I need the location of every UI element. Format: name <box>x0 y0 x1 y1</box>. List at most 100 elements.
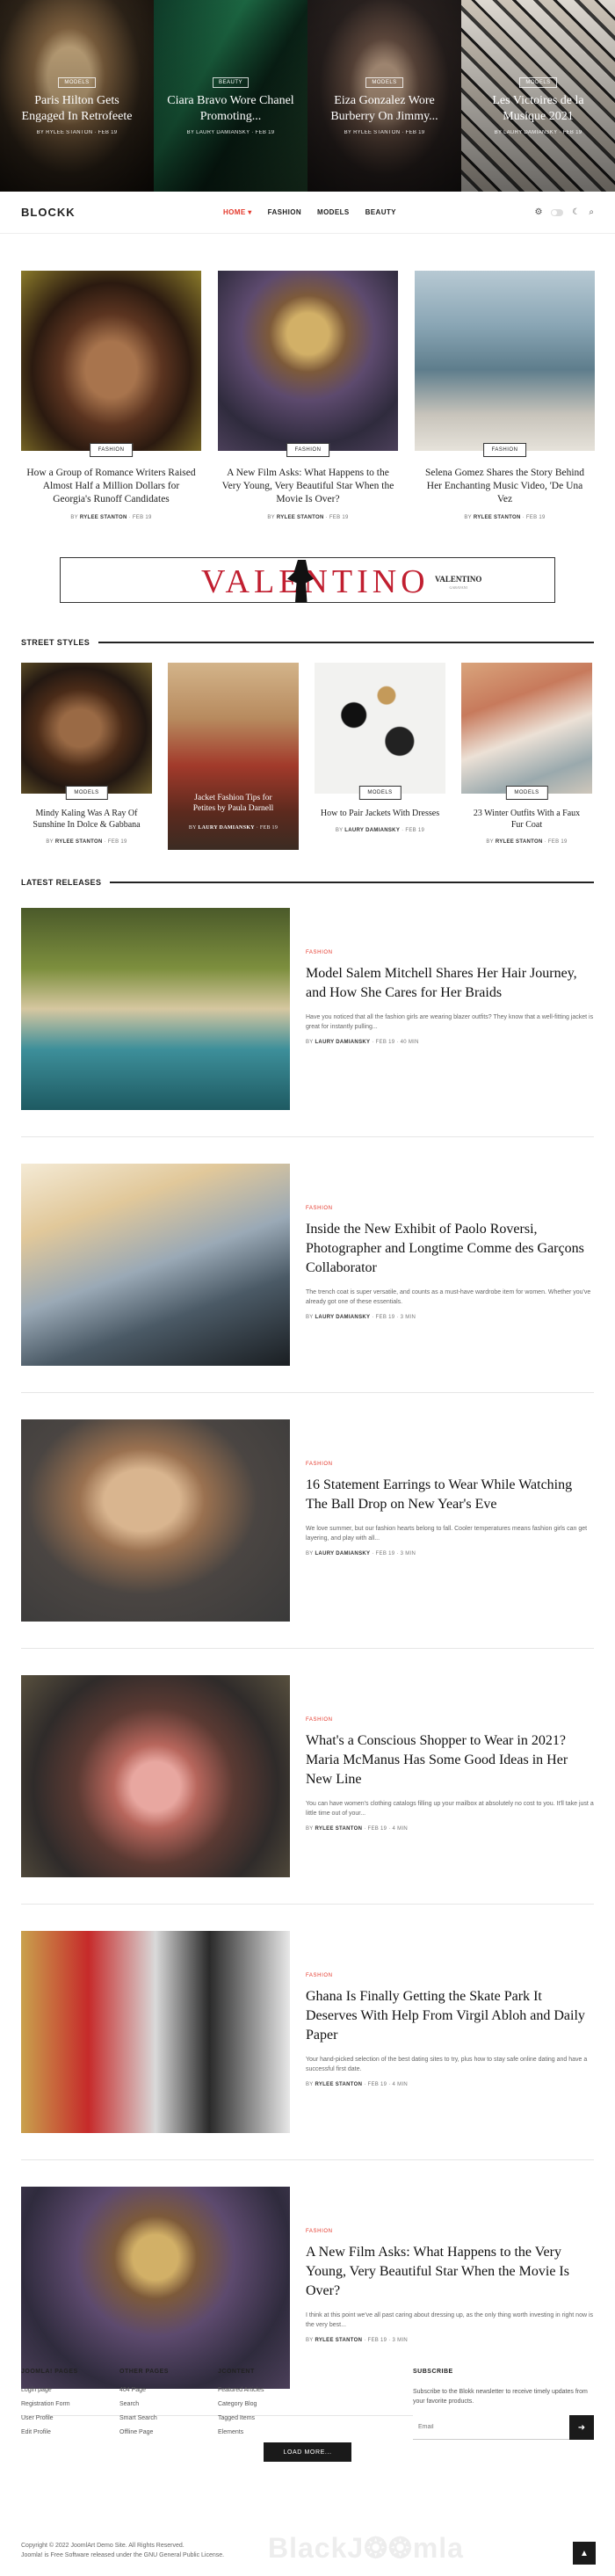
category-badge[interactable]: Fashion <box>89 443 134 457</box>
street-title[interactable]: Jacket Fashion Tips for Petites by Paula… <box>184 793 283 814</box>
list-item[interactable]: Fashion What's a Conscious Shopper to We… <box>21 1649 594 1905</box>
street-styles-grid: Models Mindy Kaling Was A Ray Of Sunshin… <box>0 647 615 850</box>
street-card[interactable]: Jacket Fashion Tips for Petites by Paula… <box>168 663 299 850</box>
nav-item-fashion[interactable]: FASHION <box>268 208 301 216</box>
nav-item-models[interactable]: MODELS <box>317 208 350 216</box>
hero-category[interactable]: Models <box>58 77 96 88</box>
post-meta: BY LAURY DAMIANSKY · FEB 19 · 3 MIN <box>306 1315 416 1320</box>
ad-banner[interactable]: VALENTINO VALENTINO GARAVANI <box>60 557 555 603</box>
back-to-top-button[interactable]: ▲ <box>573 2542 596 2565</box>
footer-link[interactable]: Tagged Items <box>218 2415 316 2421</box>
hero-card[interactable]: Models Eiza Gonzalez Wore Burberry On Ji… <box>308 0 461 192</box>
article-title[interactable]: Ghana Is Finally Getting the Skate Park … <box>306 1987 594 2045</box>
article-category[interactable]: Fashion <box>306 1717 594 1723</box>
hero-title[interactable]: Eiza Gonzalez Wore Burberry On Jimmy... <box>320 93 449 125</box>
street-image[interactable]: Models <box>461 663 592 800</box>
article-image[interactable] <box>21 1164 290 1366</box>
street-card[interactable]: Models Mindy Kaling Was A Ray Of Sunshin… <box>21 663 152 850</box>
featured-card[interactable]: Fashion Selena Gomez Shares the Story Be… <box>415 271 595 520</box>
hero-strip: Models Paris Hilton Gets Engaged In Retr… <box>0 0 615 192</box>
footer-link[interactable]: Registration Form <box>21 2401 119 2407</box>
hero-title[interactable]: Ciara Bravo Wore Chanel Promoting... <box>166 93 295 125</box>
category-badge[interactable]: Models <box>505 786 548 800</box>
article-category[interactable]: Fashion <box>306 2229 594 2234</box>
street-card[interactable]: Models How to Pair Jackets With Dresses … <box>315 663 445 850</box>
list-item[interactable]: Fashion Model Salem Mitchell Shares Her … <box>21 887 594 1137</box>
footer-link[interactable]: User Profile <box>21 2415 119 2421</box>
category-badge[interactable]: Models <box>65 786 108 800</box>
street-image[interactable]: Models <box>315 663 445 800</box>
article-excerpt: Your hand-picked selection of the best d… <box>306 2057 588 2072</box>
article-excerpt: The trench coat is super versatile, and … <box>306 1289 591 1305</box>
list-item[interactable]: Fashion Inside the New Exhibit of Paolo … <box>21 1137 594 1393</box>
article-title[interactable]: Inside the New Exhibit of Paolo Roversi,… <box>306 1220 594 1278</box>
nav-item-home[interactable]: HOME ▾ <box>223 208 252 216</box>
article-image[interactable] <box>21 1419 290 1622</box>
subscribe-text: Subscribe to the Blokk newsletter to rec… <box>413 2389 588 2405</box>
post-meta: BY LAURY DAMIANSKY · FEB 19 <box>188 825 279 831</box>
hero-category[interactable]: Beauty <box>212 77 249 88</box>
hero-title[interactable]: Paris Hilton Gets Engaged In Retrofeete <box>12 93 141 125</box>
category-badge[interactable]: Fashion <box>482 443 527 457</box>
load-more-button[interactable]: LOAD MORE... <box>264 2442 351 2462</box>
featured-title[interactable]: Selena Gomez Shares the Story Behind Her… <box>415 467 595 506</box>
street-overlay[interactable]: Jacket Fashion Tips for Petites by Paula… <box>168 793 299 833</box>
footer-link[interactable]: Search <box>119 2401 218 2407</box>
hero-card[interactable]: Models Les Victoires de la Musique 2021 … <box>461 0 615 192</box>
category-badge[interactable]: Fashion <box>286 443 330 457</box>
footer-link[interactable]: Edit Profile <box>21 2429 119 2435</box>
footer-link[interactable]: 404 Page <box>119 2387 218 2393</box>
moon-icon[interactable]: ☾ <box>572 207 580 217</box>
article-title[interactable]: Model Salem Mitchell Shares Her Hair Jou… <box>306 964 594 1003</box>
hero-category[interactable]: Models <box>519 77 557 88</box>
list-item[interactable]: Fashion Ghana Is Finally Getting the Ska… <box>21 1905 594 2160</box>
copyright: Copyright © 2022 JoomlArt Demo Site. All… <box>21 2541 224 2560</box>
post-meta: BY RYLEE STANTON · FEB 19 · 3 MIN <box>306 2338 409 2343</box>
footer-link[interactable]: Smart Search <box>119 2415 218 2421</box>
site-logo[interactable]: BLOCKK <box>21 206 223 219</box>
street-title[interactable]: Mindy Kaling Was A Ray Of Sunshine In Do… <box>21 808 152 831</box>
search-icon[interactable]: ⌕ <box>589 207 594 217</box>
toggle-icon[interactable] <box>551 208 564 216</box>
footer-link[interactable]: Category Blog <box>218 2401 316 2407</box>
email-field[interactable] <box>413 2415 569 2440</box>
featured-image[interactable]: Fashion <box>218 271 398 457</box>
featured-card[interactable]: Fashion How a Group of Romance Writers R… <box>21 271 201 520</box>
article-image[interactable] <box>21 908 290 1110</box>
featured-card[interactable]: Fashion A New Film Asks: What Happens to… <box>218 271 398 520</box>
footer-link[interactable]: Login page <box>21 2387 119 2393</box>
street-title[interactable]: 23 Winter Outfits With a Faux Fur Coat <box>461 808 592 831</box>
article-category[interactable]: Fashion <box>306 1973 594 1978</box>
nav-item-beauty[interactable]: BEAUTY <box>365 208 396 216</box>
gear-icon[interactable]: ⚙ <box>534 207 542 217</box>
street-title[interactable]: How to Pair Jackets With Dresses <box>315 808 445 819</box>
article-excerpt: Have you noticed that all the fashion gi… <box>306 1014 594 1030</box>
article-title[interactable]: 16 Statement Earrings to Wear While Watc… <box>306 1476 594 1514</box>
hero-card[interactable]: Beauty Ciara Bravo Wore Chanel Promoting… <box>154 0 308 192</box>
post-meta: BY LAURY DAMIANSKY · FEB 19 · 40 MIN <box>306 1040 419 1045</box>
hero-title[interactable]: Les Victoires de la Musique 2021 <box>474 93 603 125</box>
featured-title[interactable]: How a Group of Romance Writers Raised Al… <box>21 467 201 506</box>
footer-link[interactable]: Elements <box>218 2429 316 2435</box>
subscribe-button[interactable]: ➜ <box>569 2415 594 2440</box>
featured-image[interactable]: Fashion <box>21 271 201 457</box>
post-meta: BY RYLEE STANTON · FEB 19 <box>267 515 349 520</box>
street-image[interactable]: Models <box>21 663 152 800</box>
category-badge[interactable]: Models <box>358 786 402 800</box>
article-title[interactable]: What's a Conscious Shopper to Wear in 20… <box>306 1731 594 1789</box>
featured-title[interactable]: A New Film Asks: What Happens to the Ver… <box>218 467 398 506</box>
article-title[interactable]: A New Film Asks: What Happens to the Ver… <box>306 2243 594 2301</box>
footer-link[interactable]: Featured Articles <box>218 2387 316 2393</box>
article-category[interactable]: Fashion <box>306 1206 594 1211</box>
hero-card[interactable]: Models Paris Hilton Gets Engaged In Retr… <box>0 0 154 192</box>
list-item[interactable]: Fashion 16 Statement Earrings to Wear Wh… <box>21 1393 594 1649</box>
article-image[interactable] <box>21 2187 290 2389</box>
article-image[interactable] <box>21 1675 290 1877</box>
street-card[interactable]: Models 23 Winter Outfits With a Faux Fur… <box>461 663 592 850</box>
article-category[interactable]: Fashion <box>306 1462 594 1467</box>
footer-link[interactable]: Offline Page <box>119 2429 218 2435</box>
article-image[interactable] <box>21 1931 290 2133</box>
article-category[interactable]: Fashion <box>306 950 594 955</box>
featured-image[interactable]: Fashion <box>415 271 595 457</box>
hero-category[interactable]: Models <box>365 77 403 88</box>
